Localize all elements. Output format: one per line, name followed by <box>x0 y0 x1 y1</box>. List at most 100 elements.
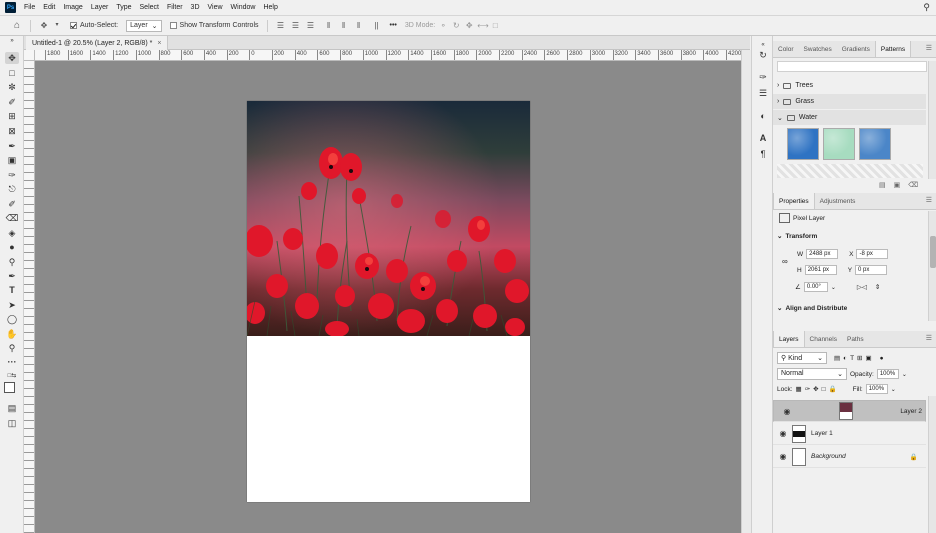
tab-adjustments[interactable]: Adjustments <box>815 193 861 209</box>
path-selection-tool-icon[interactable]: ➤ <box>5 299 19 311</box>
move-tool-icon[interactable]: ✥ ▾ <box>39 21 62 30</box>
home-icon[interactable]: ⌂ <box>12 21 22 31</box>
align-distribute-section[interactable]: ⌄ Align and Distribute <box>773 304 926 313</box>
align-bottom-edges-icon[interactable]: ‖ <box>354 21 364 30</box>
foreground-color-swatch[interactable] <box>4 382 15 393</box>
brush-settings-icon[interactable]: ✑ <box>757 71 769 83</box>
new-pattern-icon[interactable]: ▣ <box>894 182 909 189</box>
height-field[interactable]: 2061 px <box>804 265 837 275</box>
fill-field[interactable]: 100% <box>865 384 888 394</box>
healing-brush-tool-icon[interactable]: ▣ <box>5 154 19 166</box>
eraser-tool-icon[interactable]: ⌫ <box>5 212 19 224</box>
menu-view[interactable]: View <box>204 4 227 11</box>
close-icon[interactable]: × <box>157 40 161 47</box>
canvas-vertical-scrollbar[interactable] <box>741 50 751 533</box>
opacity-field[interactable]: 100% <box>876 369 899 379</box>
layer-row-layer-1[interactable]: ◉ Layer 1 <box>773 423 926 445</box>
collapse-toolbar-icon[interactable]: » <box>5 38 19 44</box>
align-right-edges-icon[interactable]: ☰ <box>306 21 316 30</box>
type-tool-icon[interactable]: T <box>5 284 19 296</box>
history-brush-tool-icon[interactable]: ✐ <box>5 198 19 210</box>
menu-filter[interactable]: Filter <box>163 4 187 11</box>
filter-type-icons[interactable]: ▤◐T⊞▣ <box>834 354 875 362</box>
align-horizontal-centers-icon[interactable]: ☰ <box>291 21 301 30</box>
panel-menu-icon[interactable]: ☰ <box>926 44 932 52</box>
dodge-tool-icon[interactable]: ⚲ <box>5 256 19 268</box>
new-group-icon[interactable]: ▤ <box>879 182 894 189</box>
paint-bucket-tool-icon[interactable]: ◈ <box>5 227 19 239</box>
tab-channels[interactable]: Channels <box>805 331 842 347</box>
screen-mode-icon[interactable]: ◫ <box>5 417 19 429</box>
tab-paths[interactable]: Paths <box>842 331 869 347</box>
angle-field[interactable]: 0.00° <box>803 282 828 292</box>
menu-window[interactable]: Window <box>227 4 260 11</box>
pen-tool-icon[interactable]: ✒ <box>5 270 19 282</box>
search-icon[interactable]: ⚲ <box>923 2 930 13</box>
tab-properties[interactable]: Properties <box>773 193 815 209</box>
width-field[interactable]: 2488 px <box>806 249 839 259</box>
chevron-down-icon[interactable]: ⌄ <box>902 371 907 378</box>
auto-select-dropdown[interactable]: Layer ⌄ <box>126 19 162 32</box>
distribute-icon[interactable]: || <box>372 21 382 30</box>
pattern-group-water[interactable]: ⌄ Water <box>773 110 926 125</box>
menu-select[interactable]: Select <box>136 4 163 11</box>
tab-patterns[interactable]: Patterns <box>874 41 912 57</box>
flip-horizontal-icon[interactable]: ▷◁ <box>857 283 867 291</box>
quick-selection-tool-icon[interactable]: ✐ <box>5 96 19 108</box>
panel-menu-icon[interactable]: ☰ <box>926 196 932 204</box>
layers-scrollbar[interactable] <box>928 396 936 533</box>
pattern-group-trees[interactable]: › Trees <box>773 78 926 93</box>
align-left-edges-icon[interactable]: ☰ <box>276 21 286 30</box>
tab-gradients[interactable]: Gradients <box>837 41 875 57</box>
brush-tool-icon[interactable]: ✑ <box>5 169 19 181</box>
menu-image[interactable]: Image <box>59 4 86 11</box>
water-pattern-swatch[interactable] <box>859 128 891 160</box>
tab-swatches[interactable]: Swatches <box>799 41 837 57</box>
adjustments-panel-icon[interactable]: ☰ <box>757 87 769 99</box>
layer-row-background[interactable]: ◉ Background 🔒 <box>773 446 926 468</box>
crop-tool-icon[interactable]: ⊞ <box>5 110 19 122</box>
marquee-tool-icon[interactable]: □ <box>5 67 19 79</box>
transform-section[interactable]: ⌄ Transform <box>773 232 926 241</box>
more-options-button[interactable]: ••• <box>390 22 397 29</box>
auto-select-checkbox[interactable]: Auto-Select: <box>70 22 118 29</box>
align-top-edges-icon[interactable]: ‖ <box>324 21 334 30</box>
vertical-ruler[interactable] <box>24 61 35 533</box>
history-panel-icon[interactable]: ↻ <box>757 49 769 61</box>
tab-layers[interactable]: Layers <box>773 331 805 347</box>
menu-type[interactable]: Type <box>112 4 135 11</box>
default-colors-icon[interactable]: □⇆ <box>5 370 19 382</box>
hand-tool-icon[interactable]: ✋ <box>5 328 19 340</box>
clone-stamp-tool-icon[interactable]: ⎋ <box>5 183 19 195</box>
horizontal-ruler[interactable]: 1800 1600 1400 1200 1000 800 600 400 200 0 200 400 6… <box>35 50 741 61</box>
tab-color[interactable]: Color <box>773 41 799 57</box>
pattern-group-grass[interactable]: › Grass <box>773 94 926 109</box>
menu-3d[interactable]: 3D <box>187 4 204 11</box>
character-panel-icon[interactable]: A <box>757 132 769 144</box>
x-field[interactable]: -8 px <box>856 249 889 259</box>
zoom-tool-icon[interactable]: ⚲ <box>5 342 19 354</box>
paragraph-panel-icon[interactable]: ¶ <box>757 148 769 160</box>
quick-mask-icon[interactable]: ▤ <box>5 402 19 414</box>
document-tab[interactable]: Untitled-1 @ 20.5% (Layer 2, RGB/8) * × <box>26 36 169 50</box>
edit-toolbar-icon[interactable]: ··· <box>5 356 19 368</box>
ellipse-tool-icon[interactable]: ◯ <box>5 313 19 325</box>
trash-icon[interactable]: ⌫ <box>908 182 926 189</box>
eye-icon[interactable]: ◉ <box>778 452 788 461</box>
water-pattern-swatch[interactable] <box>787 128 819 160</box>
water-pattern-swatch[interactable] <box>823 128 855 160</box>
ruler-origin[interactable] <box>24 50 35 61</box>
canvas-area[interactable] <box>35 61 741 533</box>
frame-tool-icon[interactable]: ⊠ <box>5 125 19 137</box>
lock-options-icons[interactable]: ▦✑✥□🔒 <box>796 385 840 393</box>
properties-scrollbar[interactable] <box>928 211 936 321</box>
flip-vertical-icon[interactable]: ⇕ <box>875 283 880 291</box>
menu-edit[interactable]: Edit <box>39 4 59 11</box>
align-vertical-centers-icon[interactable]: ‖ <box>339 21 349 30</box>
lock-icon[interactable]: 🔒 <box>910 453 918 461</box>
show-transform-checkbox[interactable]: Show Transform Controls <box>169 22 259 29</box>
pattern-swatch-row[interactable] <box>777 164 923 178</box>
filter-toggle-icon[interactable]: ● <box>880 355 884 362</box>
blend-mode-dropdown[interactable]: Normal ⌄ <box>777 368 847 380</box>
eyedropper-tool-icon[interactable]: ✒ <box>5 140 19 152</box>
